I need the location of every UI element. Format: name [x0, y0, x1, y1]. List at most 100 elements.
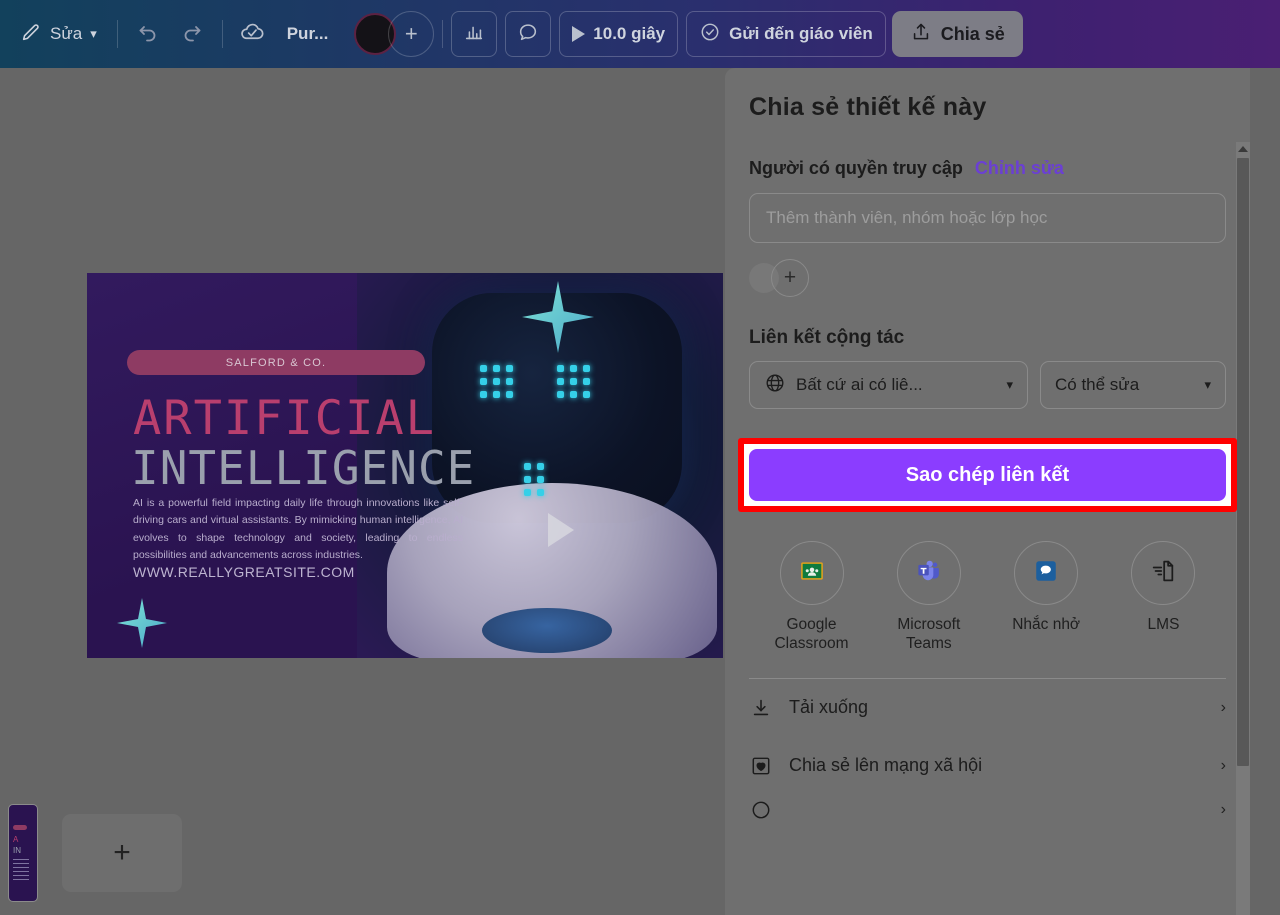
- cloud-save-button[interactable]: [231, 12, 275, 56]
- plus-icon: +: [113, 835, 131, 869]
- remind-icon: [1033, 558, 1059, 589]
- add-member-button[interactable]: +: [771, 259, 809, 297]
- share-panel-title: Chia sẻ thiết kế này: [749, 93, 987, 121]
- play-icon: [572, 26, 586, 42]
- access-label: Người có quyền truy cập: [749, 158, 963, 178]
- redo-button[interactable]: [170, 12, 214, 56]
- share-app-google-classroom[interactable]: Google Classroom: [759, 541, 864, 654]
- thumb-title-2: IN: [13, 845, 21, 855]
- link-visibility-dropdown[interactable]: Bất cứ ai có liê... ▾: [749, 361, 1028, 409]
- project-name-label: Pur...: [286, 24, 329, 43]
- share-app-remind[interactable]: Nhắc nhở: [994, 541, 1099, 654]
- app-icon-wrapper: [896, 541, 961, 605]
- menu-item-share-social[interactable]: Chia sẻ lên mạng xã hội ›: [749, 737, 1226, 795]
- globe-icon: [764, 372, 786, 399]
- page-strip: A IN +: [0, 790, 260, 915]
- microsoft-teams-icon: [916, 558, 942, 589]
- page-thumbnail-1[interactable]: A IN: [8, 803, 38, 902]
- link-visibility-value: Bất cứ ai có liê...: [796, 375, 923, 394]
- copy-link-button[interactable]: Sao chép liên kết: [749, 449, 1226, 501]
- copy-link-label: Sao chép liên kết: [905, 463, 1070, 486]
- undo-icon: [136, 20, 160, 49]
- collaborators-group: +: [354, 11, 435, 57]
- check-circle-icon: [699, 21, 721, 48]
- duration-label: 10.0 giây: [593, 24, 666, 43]
- link-settings-row: Bất cứ ai có liê... ▾ Có thể sửa ▾: [749, 361, 1226, 409]
- panel-scrollbar[interactable]: [1236, 142, 1250, 915]
- thumb-title-1: A: [13, 834, 19, 844]
- link-permission-value: Có thể sửa: [1055, 375, 1140, 394]
- design-title-line1: ARTIFICIAL: [133, 391, 436, 446]
- insights-button[interactable]: [451, 11, 498, 57]
- share-apps-row: Google Classroom Microsoft Teams Nhắc nh…: [749, 541, 1226, 654]
- led-dots-mouth: [524, 463, 544, 496]
- design-title-line2: INTELLIGENCE: [131, 441, 476, 495]
- led-dots-right: [557, 365, 590, 398]
- design-canvas[interactable]: SALFORD & CO. ARTIFICIAL INTELLIGENCE AI…: [87, 273, 723, 658]
- triangle-up-icon: [1238, 146, 1248, 152]
- led-dots-left: [480, 365, 513, 398]
- chevron-down-icon: ▾: [90, 26, 97, 41]
- download-icon: [749, 697, 773, 719]
- top-toolbar: Sửa ▾ Pur... + 10.0 giây Gửi đến giáo vi…: [0, 0, 1280, 68]
- divider: [221, 20, 223, 48]
- member-search-input[interactable]: Thêm thành viên, nhóm hoặc lớp học: [749, 193, 1226, 243]
- heart-square-icon: [749, 755, 773, 777]
- edit-access-link[interactable]: Chỉnh sửa: [975, 158, 1064, 179]
- share-button-label: Chia sẻ: [940, 23, 1005, 44]
- brand-badge: SALFORD & CO.: [127, 350, 425, 375]
- more-icon: [749, 799, 773, 821]
- chevron-right-icon: ›: [1220, 756, 1226, 774]
- plus-icon: +: [404, 21, 418, 46]
- bar-chart-icon: [463, 21, 485, 48]
- lms-document-icon: [1149, 557, 1177, 590]
- send-to-teacher-label: Gửi đến giáo viên: [729, 24, 873, 43]
- send-to-teacher-button[interactable]: Gửi đến giáo viên: [686, 11, 886, 57]
- share-button[interactable]: Chia sẻ: [891, 11, 1023, 57]
- app-label: Nhắc nhở: [1012, 616, 1081, 633]
- menu-item-download[interactable]: Tải xuống ›: [749, 679, 1226, 737]
- video-play-button[interactable]: [548, 513, 574, 547]
- plus-icon: +: [783, 266, 797, 289]
- redo-icon: [180, 20, 204, 49]
- access-section-header: Người có quyền truy cập Chỉnh sửa: [749, 158, 1226, 179]
- share-app-microsoft-teams[interactable]: Microsoft Teams: [876, 541, 981, 654]
- comment-icon: [517, 21, 539, 48]
- edit-mode-label: Sửa: [50, 24, 83, 43]
- add-collaborator-button[interactable]: +: [388, 11, 435, 57]
- chevron-down-icon: ▾: [1006, 377, 1013, 392]
- collab-link-title: Liên kết cộng tác: [749, 327, 905, 348]
- scroll-up-arrow[interactable]: [1236, 142, 1250, 156]
- divider: [442, 20, 444, 48]
- google-classroom-icon: [799, 558, 825, 589]
- menu-item-partial[interactable]: ›: [749, 795, 1226, 825]
- app-icon-wrapper: [1014, 541, 1079, 605]
- design-website: WWW.REALLYGREATSITE.COM: [133, 564, 355, 580]
- app-label: Google Classroom: [774, 616, 849, 653]
- play-icon: [548, 513, 574, 547]
- chevron-right-icon: ›: [1220, 800, 1226, 818]
- edit-mode-button[interactable]: Sửa ▾: [8, 12, 109, 56]
- brand-label: SALFORD & CO.: [225, 356, 327, 369]
- share-upload-icon: [910, 21, 932, 48]
- chevron-down-icon: ▾: [1204, 377, 1211, 392]
- robot-base-graphic: [482, 608, 612, 653]
- scrollbar-thumb[interactable]: [1237, 158, 1249, 766]
- member-input-placeholder: Thêm thành viên, nhóm hoặc lớp học: [766, 208, 1048, 227]
- comment-button[interactable]: [505, 11, 552, 57]
- project-name-button[interactable]: Pur...: [275, 12, 341, 56]
- duration-button[interactable]: 10.0 giây: [559, 11, 679, 57]
- app-icon-wrapper: [1131, 541, 1196, 605]
- add-page-button[interactable]: +: [62, 813, 182, 892]
- thumb-badge: [13, 824, 27, 830]
- app-icon-wrapper: [779, 541, 844, 605]
- copy-link-highlight-inner: Sao chép liên kết: [744, 444, 1231, 506]
- design-body-text: AI is a powerful field impacting daily l…: [133, 497, 463, 561]
- menu-item-label: Tải xuống: [789, 697, 869, 718]
- pencil-icon: [20, 21, 42, 48]
- share-app-lms[interactable]: LMS: [1111, 541, 1216, 654]
- undo-button[interactable]: [126, 12, 170, 56]
- link-permission-dropdown[interactable]: Có thể sửa ▾: [1040, 361, 1226, 409]
- member-avatars: +: [749, 259, 1226, 297]
- chevron-right-icon: ›: [1220, 698, 1226, 716]
